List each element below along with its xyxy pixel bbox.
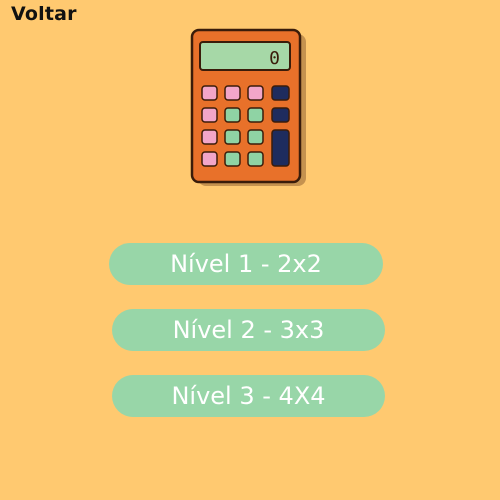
back-button[interactable]: Voltar	[11, 3, 77, 25]
level-2-button[interactable]: Nível 2 - 3x3	[112, 309, 385, 351]
calculator-display: 0	[269, 48, 280, 69]
level-1-button[interactable]: Nível 1 - 2x2	[109, 243, 383, 285]
level-3-button[interactable]: Nível 3 - 4X4	[112, 375, 385, 417]
calculator-icon: 0	[190, 28, 306, 186]
